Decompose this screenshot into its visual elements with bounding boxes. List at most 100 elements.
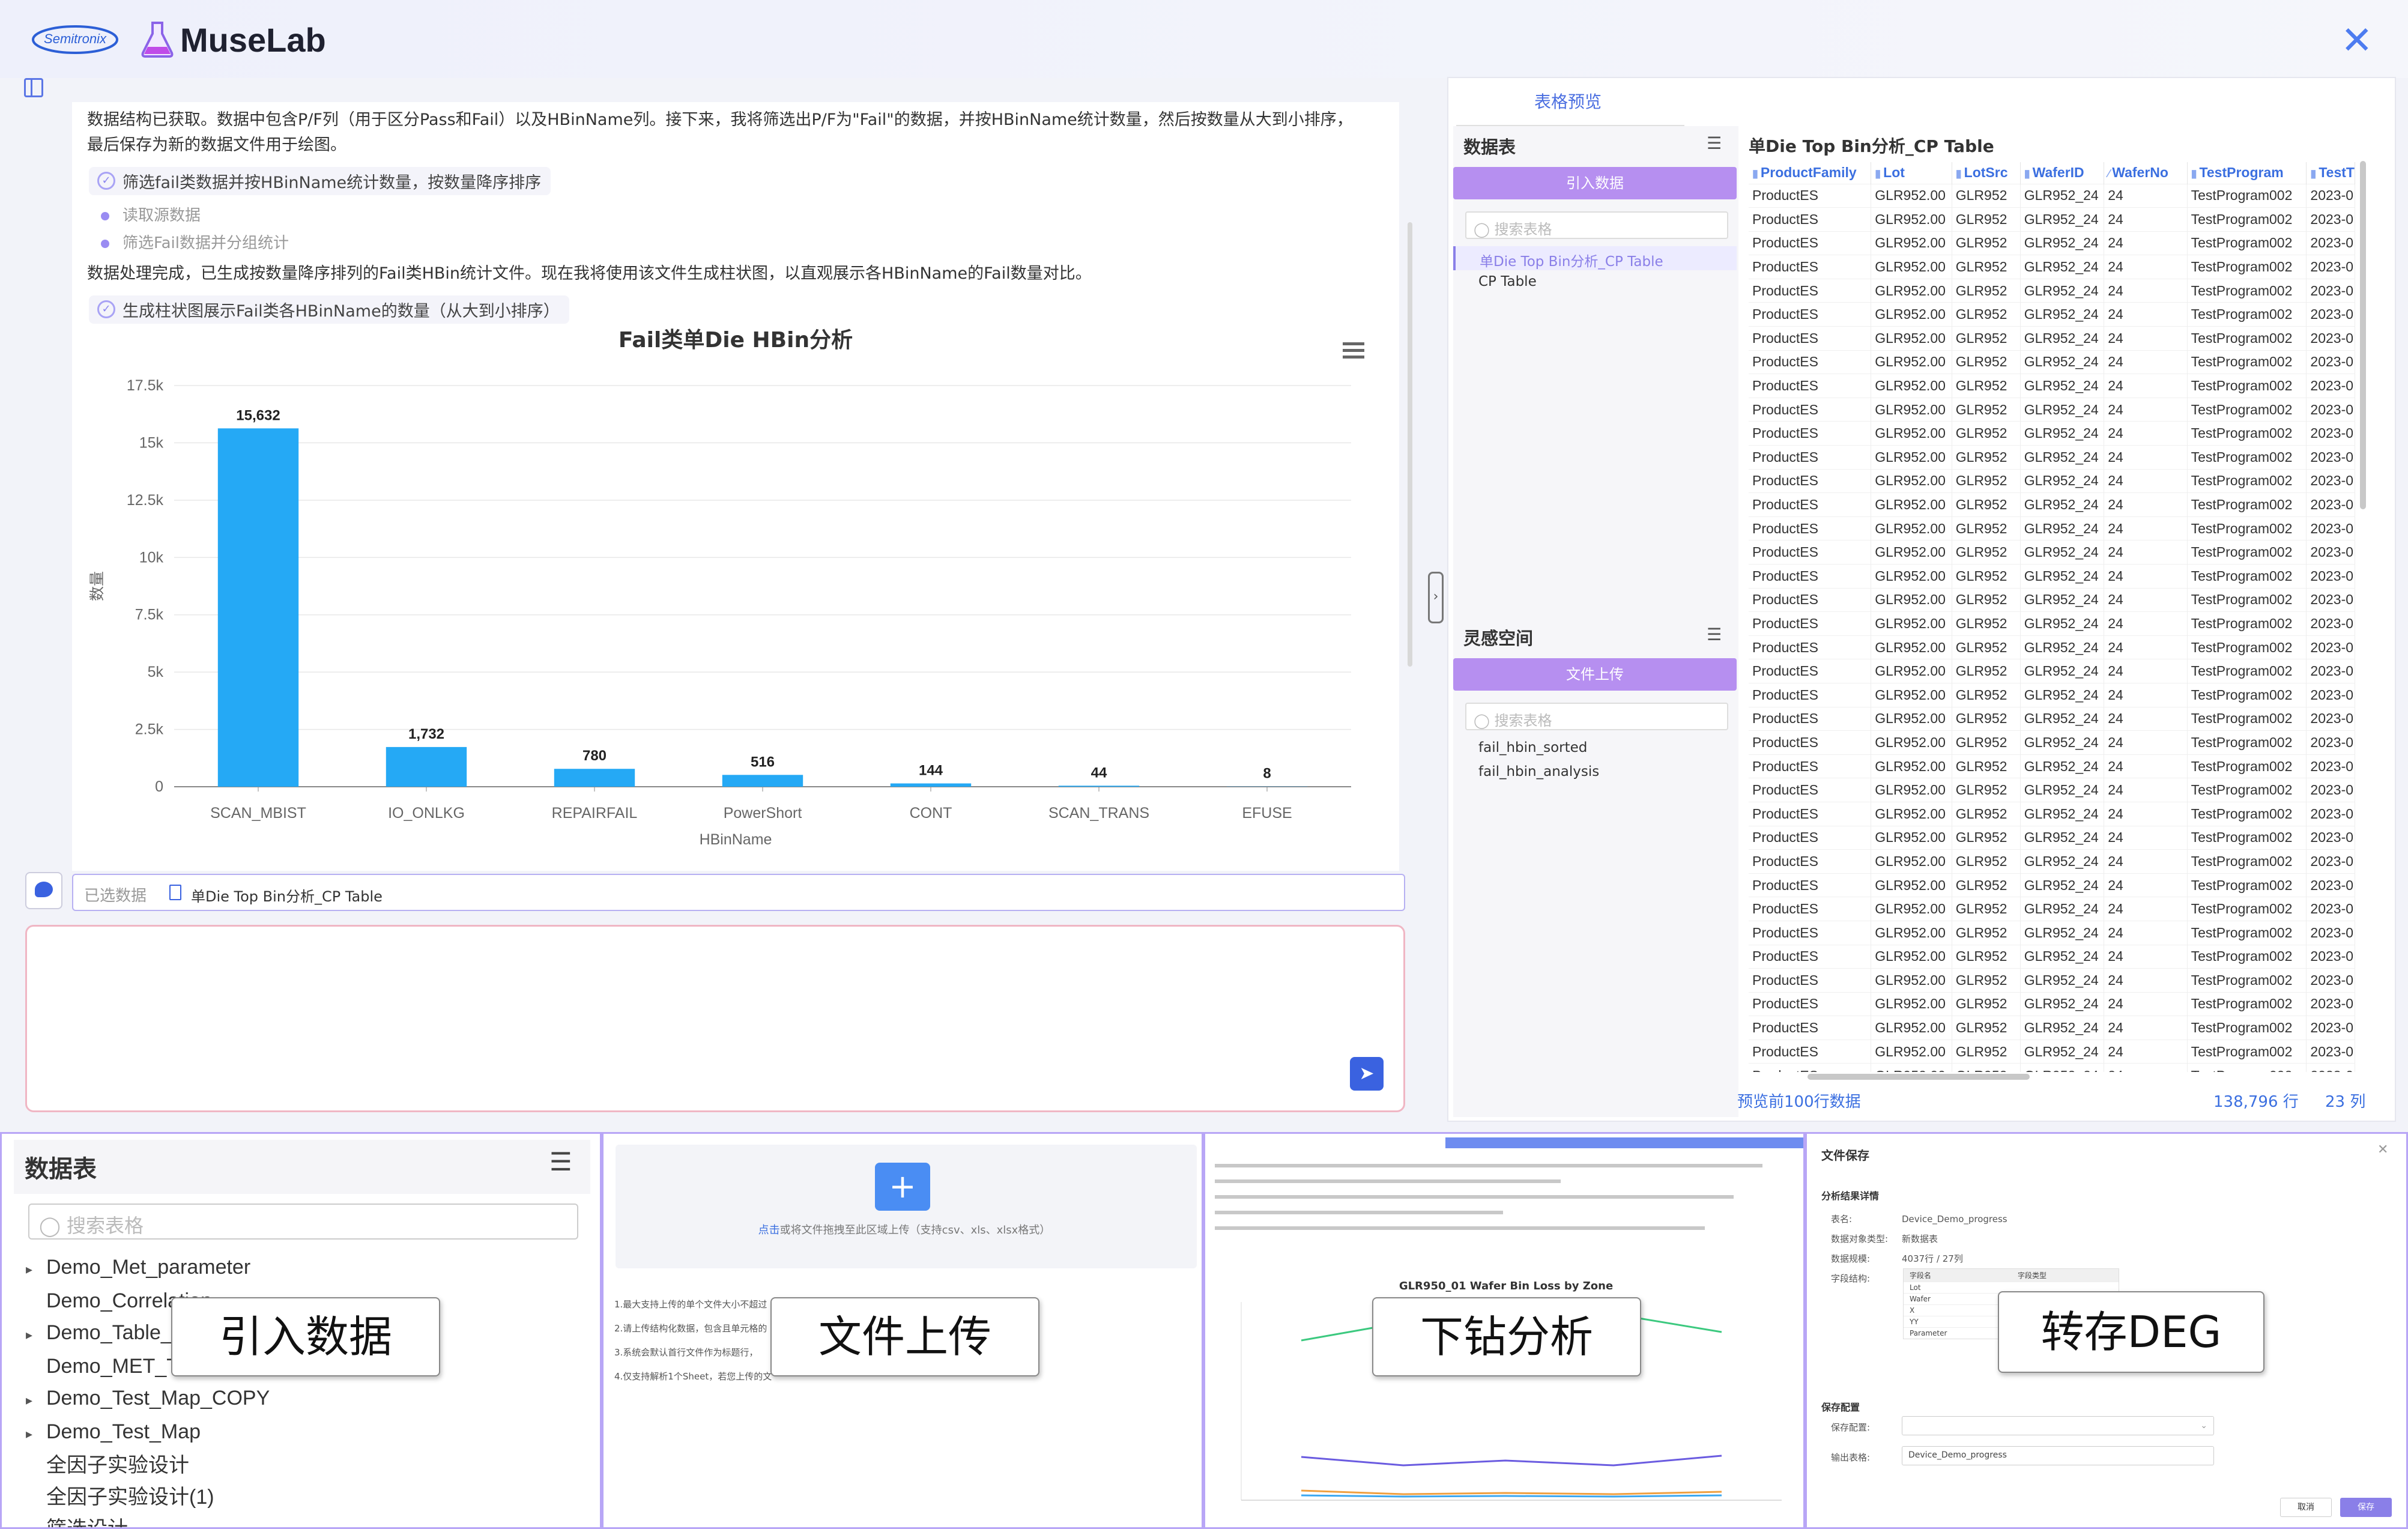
step-filter[interactable]: ✓ 筛选fail类数据并按HBinName统计数量，按数量降序排序 bbox=[89, 167, 551, 195]
table-row[interactable]: ProductESGLR952.00GLR952GLR952_2424TestP… bbox=[1749, 397, 2355, 422]
table-row[interactable]: ProductESGLR952.00GLR952GLR952_2424TestP… bbox=[1749, 492, 2355, 517]
table-row[interactable]: ProductESGLR952.00GLR952GLR952_2424TestP… bbox=[1749, 374, 2355, 398]
table-search-input[interactable]: ◯ 搜索表格 bbox=[1465, 211, 1728, 239]
table-item[interactable]: CP Table bbox=[1478, 274, 1537, 289]
table-cell: GLR952 bbox=[1952, 278, 2021, 303]
file-search-input[interactable]: ◯ 搜索表格 bbox=[1465, 703, 1728, 730]
table-cell: 2023-0 bbox=[2306, 897, 2355, 921]
table-cell: 2023-0 bbox=[2306, 468, 2355, 493]
list-view-icon[interactable]: ☰ bbox=[1707, 133, 1722, 153]
table-row[interactable]: ProductESGLR952.00GLR952GLR952_2424TestP… bbox=[1749, 468, 2355, 493]
collapse-handle[interactable]: › bbox=[1428, 572, 1444, 623]
column-header[interactable]: ⁄ WaferNo bbox=[2104, 162, 2188, 184]
table-cell: GLR952.00 bbox=[1871, 326, 1952, 351]
upload-file-button[interactable]: 文件上传 bbox=[1453, 658, 1737, 691]
table-row[interactable]: ProductESGLR952.00GLR952GLR952_2424TestP… bbox=[1749, 445, 2355, 470]
table-row[interactable]: ProductESGLR952.00GLR952GLR952_2424TestP… bbox=[1749, 706, 2355, 731]
table-cell: ProductES bbox=[1749, 754, 1872, 778]
file-item[interactable]: fail_hbin_sorted bbox=[1478, 740, 1587, 755]
bar-repairfail[interactable] bbox=[554, 769, 635, 787]
table-vscrollbar[interactable] bbox=[2360, 161, 2366, 509]
chat-scrollbar[interactable] bbox=[1408, 222, 1412, 667]
list-item[interactable]: 筛选设计 bbox=[26, 1513, 270, 1527]
cancel-button[interactable]: 取消 bbox=[2280, 1498, 2332, 1517]
column-header[interactable]: ▮ TestProgram bbox=[2187, 162, 2307, 184]
table-row[interactable]: ProductESGLR952.00GLR952GLR952_2424TestP… bbox=[1749, 302, 2355, 327]
table-row[interactable]: ProductESGLR952.00GLR952GLR952_2424TestP… bbox=[1749, 540, 2355, 565]
table-row[interactable]: ProductESGLR952.00GLR952GLR952_2424TestP… bbox=[1749, 825, 2355, 850]
table-cell: GLR952 bbox=[1952, 445, 2021, 470]
list-item[interactable]: 全因子实验设计 bbox=[26, 1450, 270, 1482]
table-row[interactable]: ProductESGLR952.00GLR952GLR952_2424TestP… bbox=[1749, 920, 2355, 945]
bar-io_onlkg[interactable] bbox=[386, 746, 467, 787]
bullet-icon bbox=[101, 211, 109, 220]
table-hscrollbar[interactable] bbox=[1808, 1074, 2030, 1080]
table-row[interactable]: ProductESGLR952.00GLR952GLR952_2424TestP… bbox=[1749, 516, 2355, 540]
file-item[interactable]: fail_hbin_analysis bbox=[1478, 764, 1599, 780]
table-row[interactable]: ProductESGLR952.00GLR952GLR952_2424TestP… bbox=[1749, 587, 2355, 612]
table-row[interactable]: ProductESGLR952.00GLR952GLR952_2424TestP… bbox=[1749, 635, 2355, 659]
list-view-icon[interactable]: ☰ bbox=[1707, 625, 1722, 644]
list-item[interactable]: ▸ Demo_Test_Map_COPY bbox=[26, 1382, 270, 1416]
table-row[interactable]: ProductESGLR952.00GLR952GLR952_2424TestP… bbox=[1749, 873, 2355, 897]
table-item-active[interactable]: 单Die Top Bin分析_CP Table bbox=[1453, 246, 1737, 270]
table-row[interactable]: ProductESGLR952.00GLR952GLR952_2424TestP… bbox=[1749, 350, 2355, 374]
close-icon[interactable]: ✕ bbox=[2341, 22, 2373, 60]
table-row[interactable]: ProductESGLR952.00GLR952GLR952_2424TestP… bbox=[1749, 1039, 2355, 1064]
table-row[interactable]: ProductESGLR952.00GLR952GLR952_2424TestP… bbox=[1749, 754, 2355, 778]
list-item[interactable]: 全因子实验设计(1) bbox=[26, 1482, 270, 1513]
table-row[interactable]: ProductESGLR952.00GLR952GLR952_2424TestP… bbox=[1749, 730, 2355, 755]
table-row[interactable]: ProductESGLR952.00GLR952GLR952_2424TestP… bbox=[1749, 659, 2355, 683]
table-row[interactable]: ProductESGLR952.00GLR952GLR952_2424TestP… bbox=[1749, 255, 2355, 279]
assistant-icon[interactable] bbox=[25, 872, 62, 909]
variable-icon: ⁄ bbox=[2108, 168, 2110, 180]
chart-menu-icon[interactable] bbox=[1343, 341, 1364, 359]
bar-cont[interactable] bbox=[890, 783, 972, 787]
table-cell: ProductES bbox=[1749, 682, 1872, 707]
close-icon[interactable]: ✕ bbox=[2377, 1142, 2388, 1157]
table-row[interactable]: ProductESGLR952.00GLR952GLR952_2424TestP… bbox=[1749, 801, 2355, 826]
y-tick-label: 7.5k bbox=[135, 607, 164, 623]
table-row[interactable]: ProductESGLR952.00GLR952GLR952_2424TestP… bbox=[1749, 278, 2355, 303]
list-item[interactable]: ▸ Demo_Met_parameter bbox=[26, 1252, 270, 1285]
table-row[interactable]: ProductESGLR952.00GLR952GLR952_2424TestP… bbox=[1749, 1016, 2355, 1040]
table-row[interactable]: ProductESGLR952.00GLR952GLR952_2424TestP… bbox=[1749, 849, 2355, 874]
table-row[interactable]: ProductESGLR952.00GLR952GLR952_2424TestP… bbox=[1749, 421, 2355, 446]
table-row[interactable]: ProductESGLR952.00GLR952GLR952_2424TestP… bbox=[1749, 897, 2355, 921]
column-header[interactable]: ▮ LotSrc bbox=[1952, 162, 2021, 184]
table-row[interactable]: ProductESGLR952.00GLR952GLR952_2424TestP… bbox=[1749, 183, 2355, 208]
bar-scan_mbist[interactable] bbox=[217, 428, 299, 787]
save-config-select[interactable]: ⌄ bbox=[1902, 1416, 2214, 1435]
table-row[interactable]: ProductESGLR952.00GLR952GLR952_2424TestP… bbox=[1749, 992, 2355, 1016]
tab-table-preview[interactable]: 表格预览 bbox=[1534, 89, 1602, 113]
sidebar-toggle-icon[interactable] bbox=[24, 78, 43, 97]
table-cell: TestProgram002 bbox=[2187, 873, 2307, 897]
list-item[interactable]: ▸ Demo_Test_Map bbox=[26, 1416, 270, 1450]
table-row[interactable]: ProductESGLR952.00GLR952GLR952_2424TestP… bbox=[1749, 611, 2355, 636]
column-header[interactable]: ▮ ProductFamily bbox=[1749, 162, 1872, 184]
save-button[interactable]: 保存 bbox=[2340, 1498, 2392, 1517]
column-header[interactable]: ▮ TestT bbox=[2306, 162, 2355, 184]
table-row[interactable]: ProductESGLR952.00GLR952GLR952_2424TestP… bbox=[1749, 231, 2355, 255]
column-header[interactable]: ▮ Lot bbox=[1871, 162, 1952, 184]
table-row[interactable]: ProductESGLR952.00GLR952GLR952_2424TestP… bbox=[1749, 564, 2355, 589]
chat-input[interactable] bbox=[25, 925, 1405, 1112]
table-row[interactable]: ProductESGLR952.00GLR952GLR952_2424TestP… bbox=[1749, 682, 2355, 707]
upload-click-link[interactable]: 点击 bbox=[758, 1224, 780, 1237]
table-row[interactable]: ProductESGLR952.00GLR952GLR952_2424TestP… bbox=[1749, 1063, 2355, 1072]
selected-data-chip[interactable]: 单Die Top Bin分析_CP Table bbox=[191, 885, 383, 906]
table-row[interactable]: ProductESGLR952.00GLR952GLR952_2424TestP… bbox=[1749, 207, 2355, 232]
out-table-input[interactable]: Device_Demo_progress bbox=[1902, 1446, 2214, 1465]
bar-powershort[interactable] bbox=[722, 775, 803, 787]
import-data-button[interactable]: 引入数据 bbox=[1453, 167, 1737, 199]
bar-scan_trans[interactable] bbox=[1058, 786, 1140, 787]
table-row[interactable]: ProductESGLR952.00GLR952GLR952_2424TestP… bbox=[1749, 326, 2355, 351]
table-row[interactable]: ProductESGLR952.00GLR952GLR952_2424TestP… bbox=[1749, 778, 2355, 802]
table-row[interactable]: ProductESGLR952.00GLR952GLR952_2424TestP… bbox=[1749, 944, 2355, 969]
table-cell: TestProgram002 bbox=[2187, 183, 2307, 208]
column-header[interactable]: ▮ WaferID bbox=[2020, 162, 2105, 184]
table-cell: 2023-0 bbox=[2306, 1063, 2355, 1072]
table-row[interactable]: ProductESGLR952.00GLR952GLR952_2424TestP… bbox=[1749, 968, 2355, 993]
send-button[interactable]: ➤ bbox=[1350, 1057, 1384, 1091]
table-cell: GLR952 bbox=[1952, 754, 2021, 778]
